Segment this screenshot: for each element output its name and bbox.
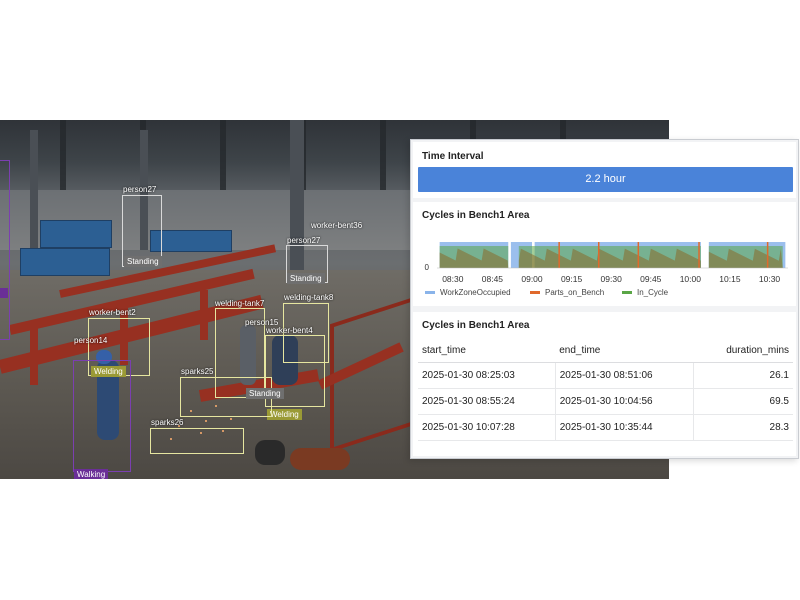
parts-on-bench-mark: [637, 242, 640, 268]
legend-label: In_Cycle: [637, 288, 669, 297]
detection-label: welding-tank7: [215, 299, 265, 308]
detection-label: person27: [123, 185, 157, 194]
detection-label: worker-bent36: [311, 221, 363, 230]
table-cell: 2025-01-30 10:07:28: [418, 414, 556, 441]
detection-sparks26: [150, 428, 244, 454]
time-interval-card: Time Interval 2.2 hour: [413, 142, 796, 198]
detection-tag: Standing: [246, 388, 284, 399]
parts-on-bench-mark: [698, 242, 700, 268]
detection-tag: Welding: [267, 409, 302, 420]
detection-tag: Standing: [287, 273, 325, 284]
x-tick-label: 10:15: [719, 274, 741, 284]
x-tick-label: 10:30: [759, 274, 781, 284]
legend-label: Parts_on_Bench: [545, 288, 604, 297]
detection-tag: Standing: [124, 256, 162, 267]
x-tick-label: 10:00: [680, 274, 702, 284]
table-row: 2025-01-30 10:07:28 2025-01-30 10:35:44 …: [418, 414, 793, 441]
table-cell: 2025-01-30 10:04:56: [554, 388, 694, 415]
x-tick-label: 09:30: [601, 274, 623, 284]
legend-swatch: [530, 291, 540, 294]
detection-label: sparks26: [151, 418, 184, 427]
column-header-start-time[interactable]: start_time: [418, 338, 556, 363]
legend-label: WorkZoneOccupied: [440, 288, 511, 297]
table-cell: 28.3: [692, 414, 793, 441]
table-cell: 2025-01-30 08:55:24: [418, 388, 556, 415]
time-interval-title: Time Interval: [422, 151, 484, 162]
parts-on-bench-mark: [597, 242, 600, 268]
table-row: 2025-01-30 08:25:03 2025-01-30 08:51:06 …: [418, 362, 793, 389]
table-cell: 2025-01-30 08:51:06: [554, 362, 694, 389]
x-tick-label: 08:30: [442, 274, 464, 284]
detection-label: sparks25: [181, 367, 214, 376]
legend-swatch: [425, 291, 435, 294]
table-row: 2025-01-30 08:55:24 2025-01-30 10:04:56 …: [418, 388, 793, 415]
column-header-duration[interactable]: duration_mins: [693, 338, 793, 363]
legend-swatch: [622, 291, 632, 294]
column-header-end-time[interactable]: end_time: [555, 338, 694, 363]
x-tick-label: 09:45: [640, 274, 662, 284]
y-tick-label: 0: [425, 263, 430, 272]
x-tick-label: 09:15: [561, 274, 583, 284]
detection-tag-edge: [0, 288, 8, 298]
detection-label: person14: [74, 336, 108, 345]
table-cell: 2025-01-30 08:25:03: [418, 362, 556, 389]
table-title: Cycles in Bench1 Area: [422, 320, 530, 331]
table-cell: 2025-01-30 10:35:44: [554, 414, 694, 441]
x-tick-label: 09:00: [521, 274, 543, 284]
parts-on-bench-mark: [558, 242, 560, 268]
detection-label: welding-tank8: [284, 293, 334, 302]
cycles-timeline-chart[interactable]: 0 08:30 08:45 09:00 09:15 09:30 09:45 10:00 10:1…: [413, 202, 796, 306]
table-header-row: start_time end_time duration_mins: [418, 338, 793, 363]
x-tick-label: 08:45: [482, 274, 504, 284]
table-cell: 26.1: [692, 362, 793, 389]
cycles-table-card: Cycles in Bench1 Area start_time end_tim…: [413, 312, 796, 456]
detection-tag: Walking: [74, 469, 109, 479]
detection-walking: [73, 360, 131, 472]
cycles-table: start_time end_time duration_mins 2025-0…: [418, 338, 793, 441]
detection-left-edge: [0, 160, 10, 340]
parts-on-bench-mark: [766, 242, 769, 268]
detection-label: worker-bent2: [89, 308, 136, 317]
time-interval-value[interactable]: 2.2 hour: [418, 167, 793, 192]
table-cell: 69.5: [692, 388, 793, 415]
detection-label: worker-bent4: [266, 326, 313, 335]
detection-label: person27: [287, 236, 321, 245]
cycles-chart-card: Cycles in Bench1 Area 0 08:30 08:45 09:00 09…: [413, 202, 796, 306]
dashboard-panel: Time Interval 2.2 hour Cycles in Bench1 …: [410, 139, 799, 459]
